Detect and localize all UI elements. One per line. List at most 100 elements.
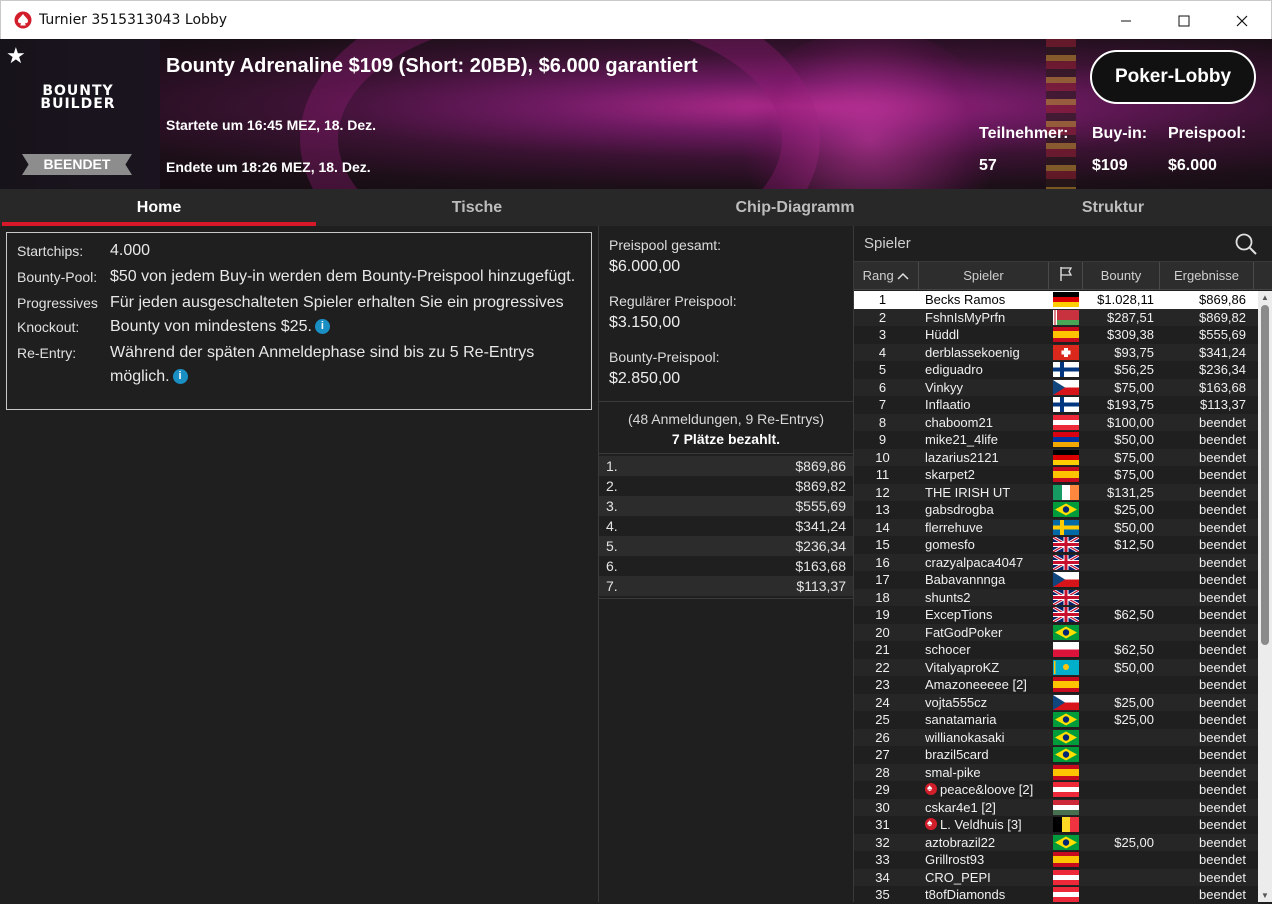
player-name-cell: sanatamaria xyxy=(919,711,1049,729)
country-flag-icon xyxy=(1049,484,1083,502)
table-row[interactable]: 1 Becks Ramos $1.028,11 $869,86 xyxy=(854,291,1258,309)
player-name: CRO_PEPI xyxy=(925,869,991,885)
table-row[interactable]: 19 ExcepTions $62,50 beendet xyxy=(854,606,1258,624)
favorite-star-icon[interactable]: ★ xyxy=(6,43,26,69)
table-row[interactable]: 3 Hüddl $309,38 $555,69 xyxy=(854,326,1258,344)
player-bounty xyxy=(1083,816,1160,834)
player-result: $163,68 xyxy=(1199,379,1246,395)
info-icon[interactable]: i xyxy=(172,369,188,385)
table-row[interactable]: 22 VitalyaproKZ $50,00 beendet xyxy=(854,658,1258,676)
tab-home[interactable]: Home xyxy=(0,189,318,226)
player-result: beendet xyxy=(1199,607,1246,622)
table-row[interactable]: 9 mike21_4life $50,00 beendet xyxy=(854,431,1258,449)
col-flag-header[interactable] xyxy=(1049,262,1083,289)
country-flag-icon xyxy=(1049,746,1083,764)
poker-lobby-button[interactable]: Poker-Lobby xyxy=(1090,50,1256,104)
player-result: beendet xyxy=(1199,484,1246,500)
table-row[interactable]: 31 L. Veldhuis [3] beendet xyxy=(854,816,1258,834)
players-scrollbar[interactable]: ▲ ▼ xyxy=(1258,291,1272,902)
player-result: beendet xyxy=(1199,887,1246,902)
country-flag-icon xyxy=(1049,536,1083,554)
table-row[interactable]: 29 peace&loove [2] beendet xyxy=(854,781,1258,799)
search-input[interactable]: Spieler xyxy=(864,235,911,252)
player-bounty: $12,50 xyxy=(1114,537,1154,552)
player-bounty: $131,25 xyxy=(1107,484,1154,500)
table-row[interactable]: 8 chaboom21 $100,00 beendet xyxy=(854,413,1258,432)
table-row[interactable]: 30 cskar4e1 [2] beendet xyxy=(854,798,1258,816)
table-row[interactable]: 28 smal-pike beendet xyxy=(854,763,1258,782)
player-bounty: $62,50 xyxy=(1114,607,1154,622)
table-row[interactable]: 6 Vinkyy $75,00 $163,68 xyxy=(854,378,1258,396)
country-flag-icon xyxy=(1049,431,1083,449)
table-row[interactable]: 10 lazarius2121 $75,00 beendet xyxy=(854,448,1258,466)
table-row[interactable]: 7 Inflaatio $193,75 $113,37 xyxy=(854,396,1258,414)
table-row[interactable]: 18 shunts2 beendet xyxy=(854,588,1258,607)
payout-row: 3. $555,69 xyxy=(599,496,853,516)
table-row[interactable]: 13 gabsdrogba $25,00 beendet xyxy=(854,501,1258,519)
player-rank: 22 xyxy=(875,659,890,675)
table-row[interactable]: 34 CRO_PEPI beendet xyxy=(854,868,1258,886)
table-row[interactable]: 32 aztobrazil22 $25,00 beendet xyxy=(854,833,1258,851)
player-rank: 23 xyxy=(875,677,890,692)
tab-tables[interactable]: Tische xyxy=(318,189,636,226)
startchips-label: Startchips: xyxy=(17,243,84,259)
player-rank: 7 xyxy=(878,397,887,412)
player-name: shunts2 xyxy=(925,589,971,605)
country-flag-icon xyxy=(1049,589,1083,607)
table-row[interactable]: 14 flerrehuve $50,00 beendet xyxy=(854,518,1258,536)
table-row[interactable]: 17 Babavannnga beendet xyxy=(854,571,1258,589)
tab-structure[interactable]: Struktur xyxy=(954,189,1272,226)
prizepool-label: Preispool: xyxy=(1168,125,1247,142)
prizepool-summary: Preispool gesamt: $6.000,00 Regulärer Pr… xyxy=(599,226,853,402)
country-flag-icon xyxy=(1049,641,1083,659)
tab-chip-chart[interactable]: Chip-Diagramm xyxy=(636,189,954,226)
table-row[interactable]: 23 Amazoneeeee [2] beendet xyxy=(854,676,1258,694)
table-row[interactable]: 11 skarpet2 $75,00 beendet xyxy=(854,466,1258,484)
table-row[interactable]: 12 THE IRISH UT $131,25 beendet xyxy=(854,483,1258,502)
scroll-up-icon[interactable]: ▲ xyxy=(1261,293,1269,302)
table-row[interactable]: 25 sanatamaria $25,00 beendet xyxy=(854,711,1258,729)
player-name: Grillrost93 xyxy=(925,852,985,867)
player-result: beendet xyxy=(1199,677,1246,692)
minimize-button[interactable] xyxy=(1097,1,1155,40)
player-result: beendet xyxy=(1199,624,1246,640)
scrollbar-thumb[interactable] xyxy=(1261,305,1269,645)
table-row[interactable]: 26 willianokasaki beendet xyxy=(854,728,1258,746)
table-row[interactable]: 16 crazyalpaca4047 beendet xyxy=(854,553,1258,571)
tournament-banner: ★ BOUNTY BUILDER BEENDET Bounty Adrenali… xyxy=(0,39,1272,189)
player-search[interactable]: Spieler xyxy=(854,226,1272,262)
col-rank-header[interactable]: Rang xyxy=(854,262,919,289)
col-results-header[interactable]: Ergebnisse xyxy=(1160,262,1254,289)
window-title: Turnier 3515313043 Lobby xyxy=(39,12,228,28)
player-bounty xyxy=(1083,764,1160,782)
player-bounty: $50,00 xyxy=(1114,519,1154,535)
payout-amount: $869,82 xyxy=(795,478,846,494)
table-row[interactable]: 20 FatGodPoker beendet xyxy=(854,623,1258,641)
close-button[interactable] xyxy=(1213,1,1271,40)
player-result: beendet xyxy=(1199,537,1246,552)
player-result: $113,37 xyxy=(1199,397,1246,412)
table-row[interactable]: 4 derblassekoenig $93,75 $341,24 xyxy=(854,343,1258,361)
maximize-button[interactable] xyxy=(1155,1,1213,40)
player-name-cell: peace&loove [2] xyxy=(919,781,1049,799)
table-row[interactable]: 33 Grillrost93 beendet xyxy=(854,851,1258,869)
col-player-header[interactable]: Spieler xyxy=(919,262,1049,289)
info-icon[interactable]: i xyxy=(314,319,330,335)
search-icon[interactable] xyxy=(1234,232,1258,261)
table-row[interactable]: 5 ediguadro $56,25 $236,34 xyxy=(854,361,1258,379)
player-result: beendet xyxy=(1199,764,1246,780)
participants-label: Teilnehmer: xyxy=(979,125,1069,142)
player-result: beendet xyxy=(1199,817,1246,832)
col-bounty-header[interactable]: Bounty xyxy=(1083,262,1160,289)
table-row[interactable]: 21 schocer $62,50 beendet xyxy=(854,641,1258,659)
player-rank: 16 xyxy=(875,554,890,570)
table-row[interactable]: 24 vojta555cz $25,00 beendet xyxy=(854,693,1258,711)
table-row[interactable]: 2 FshnIsMyPrfn $287,51 $869,82 xyxy=(854,308,1258,326)
country-flag-icon xyxy=(1049,414,1083,432)
player-name-cell: brazil5card xyxy=(919,746,1049,764)
scroll-down-icon[interactable]: ▼ xyxy=(1261,891,1269,900)
table-row[interactable]: 35 t8ofDiamonds beendet xyxy=(854,886,1258,904)
table-row[interactable]: 27 brazil5card beendet xyxy=(854,746,1258,764)
table-row[interactable]: 15 gomesfo $12,50 beendet xyxy=(854,536,1258,554)
player-name-cell: schocer xyxy=(919,641,1049,659)
